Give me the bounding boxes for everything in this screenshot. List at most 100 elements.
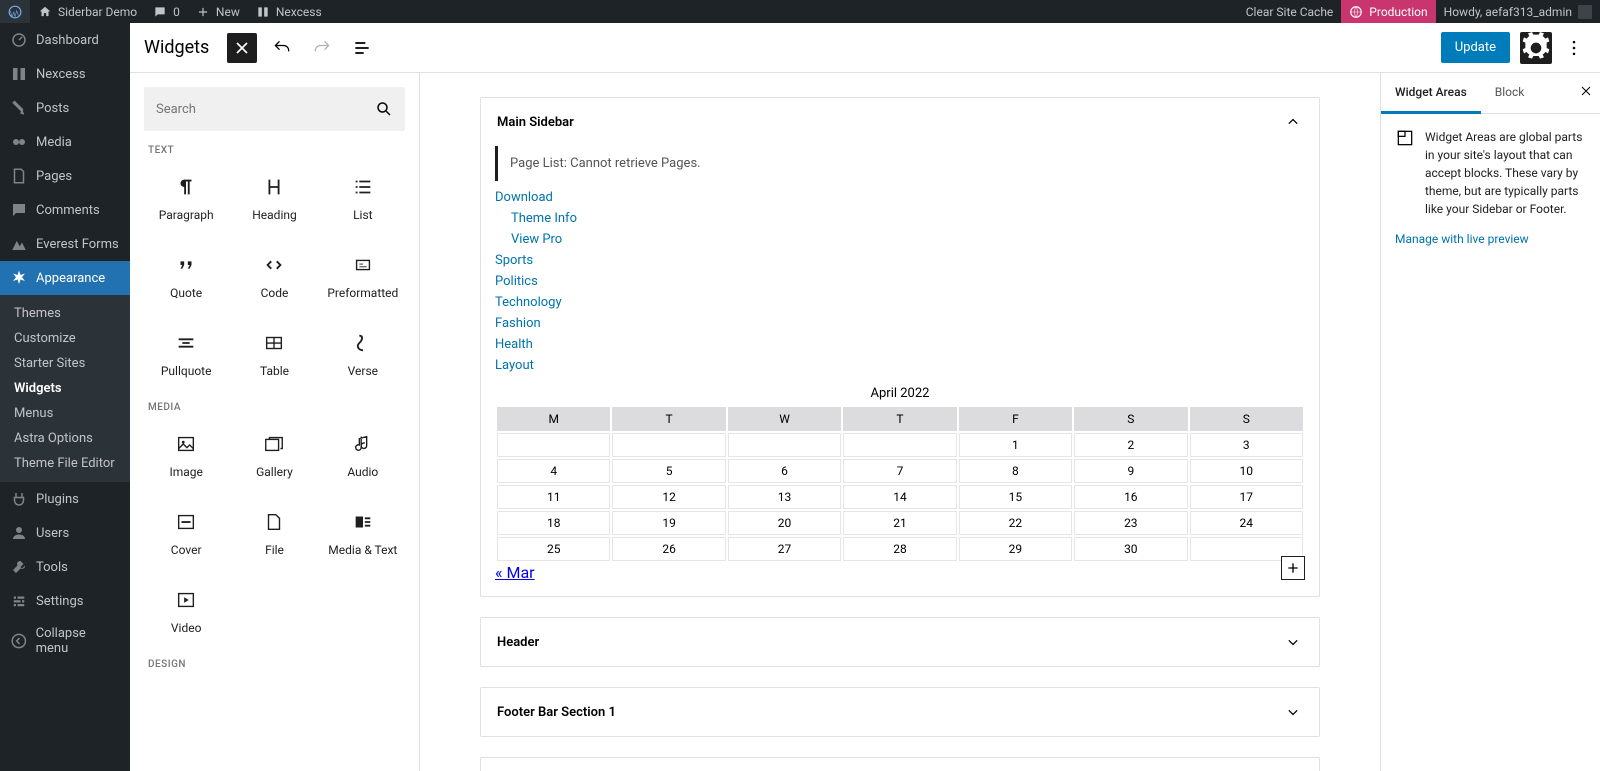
block-list[interactable]: List (321, 162, 405, 236)
block-preformatted[interactable]: Preformatted (321, 240, 405, 314)
widget-area-header-toggle[interactable]: Header (481, 618, 1319, 666)
menu-settings[interactable]: Settings (0, 584, 130, 618)
list-view-button[interactable] (347, 33, 377, 63)
site-name-link[interactable]: Siderbar Demo (30, 0, 145, 23)
nav-theme-info[interactable]: Theme Info (495, 208, 1305, 229)
widget-areas-icon (1395, 128, 1415, 148)
search-box (144, 87, 405, 131)
production-badge[interactable]: Production (1341, 0, 1435, 23)
menu-comments[interactable]: Comments (0, 193, 130, 227)
submenu-themes[interactable]: Themes (0, 301, 130, 326)
block-image[interactable]: Image (144, 419, 228, 493)
widget-area-title: Footer Bar Section 1 (497, 705, 616, 720)
navigation-list: Download Theme Info View Pro Sports Poli… (495, 187, 1305, 376)
widget-area-footer-1: Footer Bar Section 1 (480, 687, 1320, 737)
block-cover[interactable]: Cover (144, 497, 228, 571)
comments-link[interactable]: 0 (145, 0, 188, 23)
submenu-theme-file-editor[interactable]: Theme File Editor (0, 451, 130, 476)
admin-bar: Siderbar Demo 0 New Nexcess Clear Site C… (0, 0, 1600, 23)
widget-area-header-toggle[interactable]: Footer Bar Section 1 (481, 688, 1319, 736)
avatar (1578, 5, 1592, 19)
nav-technology[interactable]: Technology (495, 292, 1305, 313)
nexcess-link[interactable]: Nexcess (248, 0, 330, 23)
add-block-button[interactable] (1281, 556, 1305, 580)
menu-everest-forms[interactable]: Everest Forms (0, 227, 130, 261)
menu-media[interactable]: Media (0, 125, 130, 159)
new-link[interactable]: New (188, 0, 248, 23)
admin-sidebar: Dashboard Nexcess Posts Media Pages Comm… (0, 23, 130, 771)
redo-button[interactable] (307, 33, 337, 63)
widget-area-header-toggle[interactable]: Footer Bar Section 2 (481, 758, 1319, 771)
tab-block[interactable]: Block (1481, 73, 1539, 113)
search-input[interactable] (156, 102, 375, 117)
chevron-up-icon (1283, 112, 1303, 132)
search-icon (375, 100, 393, 118)
menu-users[interactable]: Users (0, 516, 130, 550)
nav-sports[interactable]: Sports (495, 250, 1305, 271)
block-audio[interactable]: Audio (321, 419, 405, 493)
submenu-widgets[interactable]: Widgets (0, 376, 130, 401)
block-gallery[interactable]: Gallery (232, 419, 316, 493)
settings-panel: Widget Areas Block Widget Areas are glob… (1380, 73, 1600, 771)
menu-pages[interactable]: Pages (0, 159, 130, 193)
calendar-prev-link[interactable]: « Mar (495, 563, 535, 582)
widget-area-title: Header (497, 635, 539, 650)
block-heading[interactable]: Heading (232, 162, 316, 236)
widget-area-title: Main Sidebar (497, 115, 574, 130)
menu-tools[interactable]: Tools (0, 550, 130, 584)
clear-cache-link[interactable]: Clear Site Cache (1238, 0, 1342, 23)
wp-logo[interactable] (0, 0, 30, 23)
settings-button[interactable] (1520, 32, 1552, 64)
block-inserter-panel: TEXT ParagraphHeadingList QuoteCodePrefor… (130, 73, 420, 771)
nav-politics[interactable]: Politics (495, 271, 1305, 292)
block-quote[interactable]: Quote (144, 240, 228, 314)
widget-area-footer-2: Footer Bar Section 2 (480, 757, 1320, 771)
submenu-starter-sites[interactable]: Starter Sites (0, 351, 130, 376)
tab-widget-areas[interactable]: Widget Areas (1381, 73, 1481, 114)
menu-collapse[interactable]: Collapse menu (0, 618, 130, 664)
block-code[interactable]: Code (232, 240, 316, 314)
nav-health[interactable]: Health (495, 334, 1305, 355)
menu-plugins[interactable]: Plugins (0, 482, 130, 516)
widget-area-main-sidebar: Main Sidebar Page List: Cannot retrieve … (480, 97, 1320, 597)
update-button[interactable]: Update (1441, 32, 1510, 63)
menu-nexcess[interactable]: Nexcess (0, 57, 130, 91)
howdy-link[interactable]: Howdy, aefaf313_admin (1436, 0, 1600, 23)
more-options-button[interactable] (1562, 32, 1586, 64)
category-design-label: DESIGN (148, 659, 405, 670)
close-settings-button[interactable] (1578, 83, 1594, 102)
block-video[interactable]: Video (144, 575, 228, 649)
close-inserter-button[interactable] (227, 33, 257, 63)
submenu-menus[interactable]: Menus (0, 401, 130, 426)
nav-layout[interactable]: Layout (495, 355, 1305, 376)
appearance-submenu: Themes Customize Starter Sites Widgets M… (0, 295, 130, 482)
menu-posts[interactable]: Posts (0, 91, 130, 125)
widget-area-header: Header (480, 617, 1320, 667)
submenu-customize[interactable]: Customize (0, 326, 130, 351)
block-paragraph[interactable]: Paragraph (144, 162, 228, 236)
nav-fashion[interactable]: Fashion (495, 313, 1305, 334)
submenu-astra-options[interactable]: Astra Options (0, 426, 130, 451)
live-preview-link[interactable]: Manage with live preview (1381, 232, 1600, 246)
category-media-label: MEDIA (148, 402, 405, 413)
chevron-down-icon (1283, 632, 1303, 652)
chevron-down-icon (1283, 702, 1303, 722)
block-table[interactable]: Table (232, 318, 316, 392)
menu-appearance[interactable]: Appearance (0, 261, 130, 295)
menu-dashboard[interactable]: Dashboard (0, 23, 130, 57)
widgets-canvas: Main Sidebar Page List: Cannot retrieve … (420, 73, 1380, 771)
nav-download[interactable]: Download (495, 187, 1305, 208)
pagelist-error: Page List: Cannot retrieve Pages. (495, 146, 1305, 181)
category-text-label: TEXT (148, 145, 405, 156)
block-verse[interactable]: Verse (321, 318, 405, 392)
block-media-text[interactable]: Media & Text (321, 497, 405, 571)
widget-areas-description: Widget Areas are global parts in your si… (1425, 128, 1586, 218)
block-file[interactable]: File (232, 497, 316, 571)
nav-view-pro[interactable]: View Pro (495, 229, 1305, 250)
block-pullquote[interactable]: Pullquote (144, 318, 228, 392)
editor-main: Widgets Update TEXT ParagraphHeadingList… (130, 23, 1600, 771)
undo-button[interactable] (267, 33, 297, 63)
calendar-widget: April 2022 MTWTFSS 123456789101112131415… (495, 382, 1305, 563)
calendar-caption: April 2022 (495, 382, 1305, 405)
widget-area-header[interactable]: Main Sidebar (481, 98, 1319, 146)
